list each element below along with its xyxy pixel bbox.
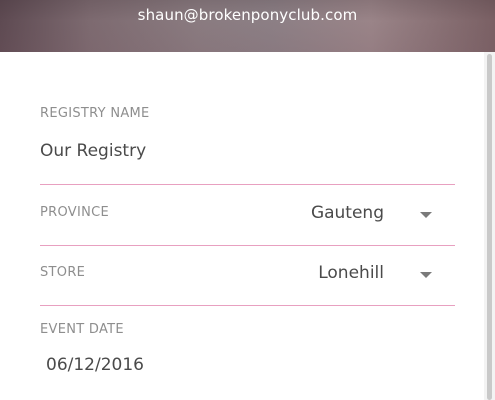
province-label: PROVINCE <box>40 205 110 220</box>
store-underline <box>40 305 455 306</box>
event-date-field[interactable]: 06/12/2016 <box>46 355 144 375</box>
chevron-down-icon[interactable] <box>420 272 432 278</box>
province-select[interactable]: Gauteng <box>240 203 384 223</box>
province-underline <box>40 245 455 246</box>
store-select[interactable]: Lonehill <box>240 263 384 283</box>
scrollbar-thumb[interactable] <box>487 54 492 400</box>
registry-name-underline <box>40 184 455 185</box>
chevron-down-icon[interactable] <box>420 212 432 218</box>
store-label: STORE <box>40 265 86 280</box>
event-date-label: EVENT DATE <box>40 322 124 337</box>
registry-name-field[interactable]: Our Registry <box>40 141 146 161</box>
user-email: shaun@brokenponyclub.com <box>137 6 358 24</box>
registry-form <box>0 52 484 400</box>
registry-name-label: REGISTRY NAME <box>40 106 150 121</box>
